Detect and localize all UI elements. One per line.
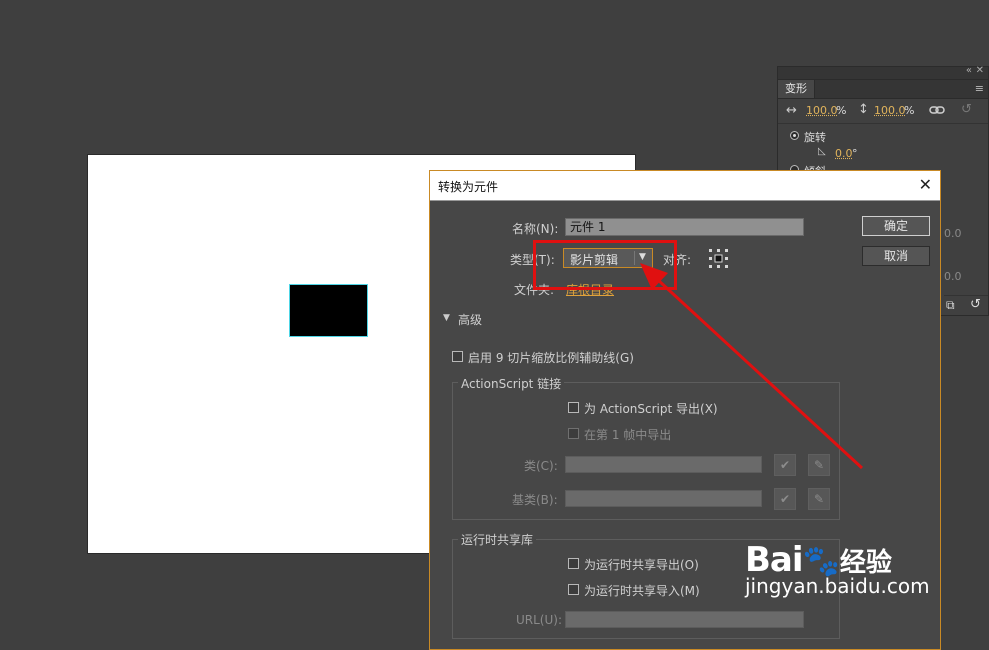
watermark-url: jingyan.baidu.com (745, 574, 930, 598)
baidu-watermark: Bai🐾经验 jingyan.baidu.com (745, 540, 930, 598)
